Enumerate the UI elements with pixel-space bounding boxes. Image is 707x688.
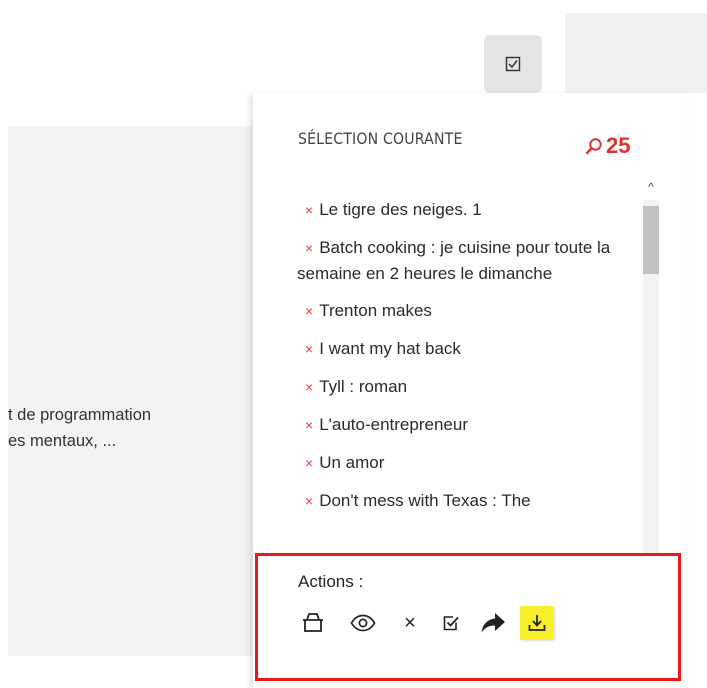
- list-item-label[interactable]: Don't mess with Texas : The: [319, 491, 530, 510]
- view-button[interactable]: [346, 606, 380, 640]
- background-result-card: t de programmation es mentaux, ...: [8, 126, 280, 656]
- background-text-line: es mentaux, ...: [8, 432, 117, 450]
- download-button[interactable]: [520, 606, 554, 640]
- list-item-label[interactable]: L'auto-entrepreneur: [319, 415, 468, 434]
- remove-item-button[interactable]: ×: [305, 240, 313, 256]
- remove-item-button[interactable]: ×: [305, 341, 313, 357]
- panel-title: SÉLECTION COURANTE: [298, 129, 463, 148]
- close-icon: ×: [404, 611, 416, 634]
- current-selection-panel: SÉLECTION COURANTE 25 × Le tigre des neig…: [253, 93, 687, 688]
- select-all-button[interactable]: [434, 606, 468, 640]
- list-item-label[interactable]: Tyll : roman: [319, 377, 407, 396]
- list-item: × Un amor: [297, 450, 635, 476]
- basket-button[interactable]: [296, 606, 330, 640]
- remove-item-button[interactable]: ×: [305, 303, 313, 319]
- scroll-track[interactable]: [643, 200, 659, 612]
- actions-section: Actions : ×: [255, 553, 681, 681]
- list-item: × Trenton makes: [297, 298, 635, 324]
- list-item: × Don't mess with Texas : The: [297, 488, 635, 514]
- background-text-line: t de programmation: [8, 406, 152, 424]
- selection-count[interactable]: 25: [585, 133, 630, 159]
- list-item-label[interactable]: Le tigre des neiges. 1: [319, 200, 482, 219]
- remove-item-button[interactable]: ×: [305, 417, 313, 433]
- checkbox-icon: [505, 56, 521, 72]
- list-item: × L'auto-entrepreneur: [297, 412, 635, 438]
- search-icon: [585, 138, 602, 155]
- scroll-up-arrow[interactable]: ^: [639, 178, 663, 196]
- list-item-label[interactable]: I want my hat back: [319, 339, 461, 358]
- remove-item-button[interactable]: ×: [305, 493, 313, 509]
- selection-count-value: 25: [606, 133, 631, 158]
- basket-icon: [303, 613, 323, 632]
- scroll-thumb[interactable]: [643, 206, 659, 274]
- download-icon: [528, 615, 546, 631]
- eye-icon: [350, 614, 376, 632]
- selection-toggle-button[interactable]: [484, 35, 542, 93]
- list-item: × Le tigre des neiges. 1: [297, 197, 635, 223]
- selection-list: × Le tigre des neiges. 1 × Batch cooking :…: [297, 197, 635, 514]
- remove-item-button[interactable]: ×: [305, 455, 313, 471]
- list-item-label[interactable]: Batch cooking : je cuisine pour toute la…: [297, 238, 610, 283]
- list-item-label[interactable]: Trenton makes: [319, 301, 432, 320]
- actions-label: Actions :: [298, 572, 364, 591]
- list-item-label[interactable]: Un amor: [319, 453, 384, 472]
- share-arrow-icon: [481, 613, 505, 633]
- checkbox-icon: [443, 616, 459, 631]
- share-button[interactable]: [476, 606, 510, 640]
- clear-selection-button[interactable]: ×: [393, 606, 427, 640]
- list-item: × Tyll : roman: [297, 374, 635, 400]
- list-item: × Batch cooking : je cuisine pour toute l…: [297, 235, 635, 286]
- remove-item-button[interactable]: ×: [305, 202, 313, 218]
- remove-item-button[interactable]: ×: [305, 379, 313, 395]
- header-background: [565, 13, 707, 93]
- list-item: × I want my hat back: [297, 336, 635, 362]
